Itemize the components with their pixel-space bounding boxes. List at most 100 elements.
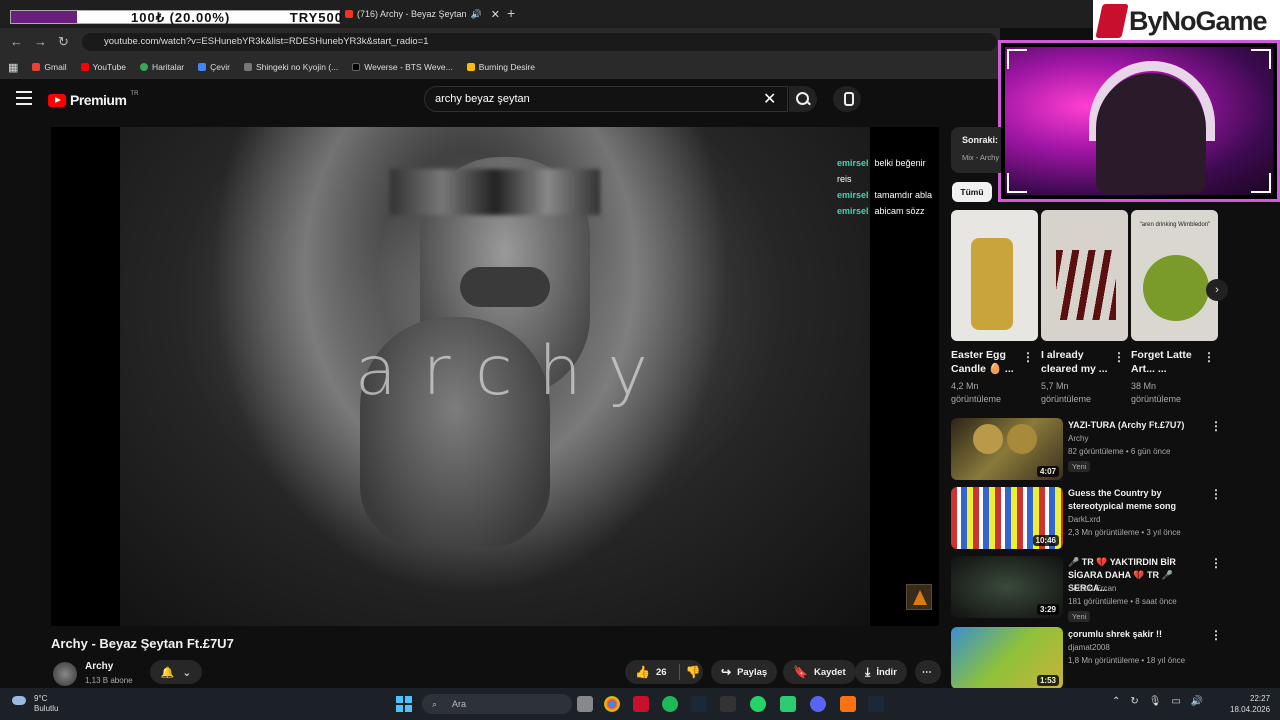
coin-shape [973,424,1003,454]
weather-text: Bulutlu [34,704,59,713]
browser-tab[interactable]: (716) Archy - Beyaz Şeytan 🔊 ✕ [345,4,500,24]
up-next-mix: Mix - Archy [962,153,1000,162]
system-tray-icons[interactable]: ⌃↻🎙▭🔊 [1112,696,1213,707]
voice-search-icon[interactable] [833,86,861,112]
gmail-icon [32,63,41,71]
video-menu-icon[interactable]: ⋮ [1210,487,1222,501]
video-frame: archy [120,127,870,626]
apps-grid-icon[interactable]: ▦ [8,61,18,74]
video-title-item[interactable]: Guess the Country by stereotypical meme … [1068,487,1206,513]
search-icon: ⌕ [432,699,438,709]
windows-start-icon[interactable] [396,696,412,712]
app-icon[interactable] [840,696,856,712]
page-icon [243,63,252,71]
download-button[interactable]: ⤓ İndir [855,660,907,684]
video-menu-icon[interactable]: ⋮ [1210,556,1222,570]
short-menu-icon[interactable]: ⋮ [1022,350,1034,364]
reload-icon[interactable]: ↻ [58,34,69,50]
back-icon[interactable]: ← [10,34,23,49]
bookmark-gmail[interactable]: Gmail [32,62,67,72]
video-thumbnail[interactable]: 3:29 [951,556,1063,618]
search-input[interactable]: archy beyaz şeytan [424,86,788,112]
bookmark-translate[interactable]: Çevir [198,62,230,72]
views-count: 4,2 Mn [951,381,979,391]
short-thumbnail[interactable] [951,210,1038,341]
new-tab-button[interactable]: + [507,5,515,21]
channel-name[interactable]: Archy [85,661,113,672]
short-title[interactable]: Easter Egg Candle 🥚 ... [951,348,1026,376]
bynogame-app-icon[interactable] [633,696,649,712]
video-title-item[interactable]: çorumlu shrek şakir !! [1068,628,1206,641]
bookmark-shingeki[interactable]: Shingeki no Kyojin (... [243,62,338,72]
youtube-premium-logo[interactable]: Premium TR [48,91,139,108]
video-meta[interactable]: djamat2008 [1068,641,1110,655]
like-count[interactable]: 26 [656,667,667,678]
search-button[interactable] [789,86,817,112]
youtube-icon [80,63,89,71]
video-channel[interactable]: Archy [1068,432,1088,446]
webcam-overlay [998,40,1280,202]
short-menu-icon[interactable]: ⋮ [1203,350,1215,364]
more-actions-button[interactable]: ⋯ [915,660,941,684]
video-thumbnail[interactable]: 10:46 [951,487,1063,549]
chrome-icon[interactable] [604,696,620,712]
views-count: 5,7 Mn [1041,381,1069,391]
taskbar-search[interactable]: ⌕ Ara [422,694,572,714]
short-thumbnail[interactable] [1041,210,1128,341]
bookmark-maps[interactable]: Haritalar [140,62,184,72]
clear-search-icon[interactable]: ✕ [763,89,776,109]
short-menu-icon[interactable]: ⋮ [1113,350,1125,364]
views-label: görüntüleme [1041,394,1092,404]
share-icon: ↪ [721,665,732,679]
region-code: TR [130,91,139,97]
short-thumbnail[interactable]: "aren drinking Wimbledon" [1131,210,1218,341]
video-menu-icon[interactable]: ⋮ [1210,419,1222,433]
channel-watermark-icon[interactable] [906,584,932,610]
video-title-item[interactable]: YAZI-TURA (Archy Ft.£7U7) [1068,419,1206,432]
spotify-icon[interactable] [662,696,678,712]
share-button[interactable]: ↪ Paylaş [711,660,778,684]
steam-icon[interactable] [691,696,707,712]
bookmark-youtube[interactable]: YouTube [80,62,126,72]
whatsapp-icon[interactable] [750,696,766,712]
chat-message: emirsel abicam sözz [837,203,939,219]
short-title[interactable]: I already cleared my ... [1041,348,1116,376]
channel-avatar[interactable] [53,662,77,686]
video-thumbnail[interactable]: 4:07 [951,418,1063,480]
url-field[interactable]: youtube.com/watch?v=ESHunebYR3k&list=RDE… [82,33,997,51]
new-badge: Yeni [1068,611,1091,622]
chat-text: abicam sözz [874,206,925,216]
bookmark-weverse[interactable]: Weverse - BTS Weve... [352,62,453,72]
video-channel[interactable]: Sercan Ercan [1068,582,1116,596]
views-label: görüntüleme [951,394,1002,404]
chevron-down-icon: ⌄ [182,666,192,679]
weather-widget[interactable]: 9°C Bulutlu [12,694,59,714]
video-player[interactable]: archy emirsel belki beğenir reis emirsel t… [51,127,939,626]
up-next-panel[interactable]: Sonraki: Mix - Archy [951,127,1001,173]
chat-message: emirsel tamamdır abla [837,187,939,203]
app-icon[interactable] [780,696,796,712]
taskbar-search-label: Ara [452,699,467,709]
hamburger-menu-icon[interactable] [16,91,32,105]
tab-close-icon[interactable]: ✕ [491,8,500,21]
bookmark-burning-desire[interactable]: Burning Desire [466,62,535,72]
subscriber-count: 1,13 B abone [85,676,133,685]
steam-icon[interactable] [868,696,884,712]
task-view-icon[interactable] [577,696,593,712]
discord-icon[interactable] [810,696,826,712]
video-thumbnail[interactable]: 1:53 [951,627,1063,689]
like-icon[interactable]: 👍 [635,665,650,679]
taskbar-clock[interactable]: 22:27 18.04.2026 [1230,693,1270,715]
epic-games-icon[interactable] [720,696,736,712]
video-channel[interactable]: DarkLxrd [1068,513,1100,527]
save-button[interactable]: 🔖 Kaydet [783,660,856,684]
forward-icon[interactable]: → [34,34,47,49]
video-menu-icon[interactable]: ⋮ [1210,628,1222,642]
dislike-icon[interactable]: 👎 [686,665,701,679]
notification-button[interactable]: 🔔 ⌄ [150,660,202,684]
short-title[interactable]: Forget Latte Art... ... [1131,348,1206,376]
speaker-icon[interactable]: 🔊 [471,9,482,20]
chip-all[interactable]: Tümü [952,182,992,202]
shorts-next-icon[interactable]: › [1206,279,1228,301]
chat-text: tamamdır abla [874,190,933,200]
